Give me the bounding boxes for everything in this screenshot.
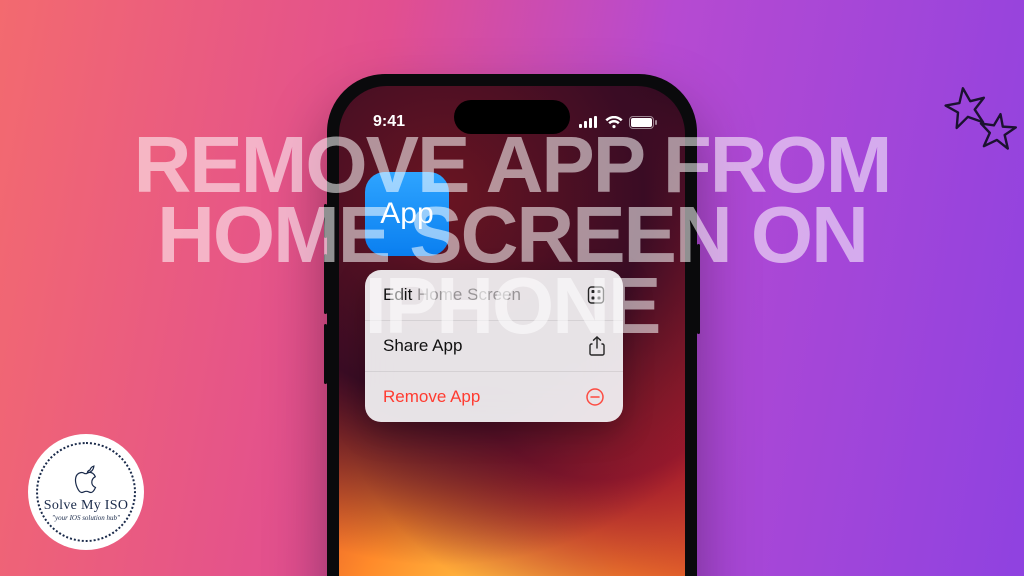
menu-item-edit-home-screen[interactable]: Edit Home Screen [365, 270, 623, 321]
graphic-canvas: REMOVE APP FROM HOME SCREEN ON IPHONE So… [0, 0, 1024, 576]
share-icon [589, 336, 605, 356]
app-icon-label: App [380, 197, 433, 231]
status-bar: 9:41 [339, 86, 685, 144]
menu-item-share-app[interactable]: Share App [365, 321, 623, 372]
app-context-menu: Edit Home Screen Share App [365, 270, 623, 422]
menu-item-remove-app[interactable]: Remove App [365, 372, 623, 422]
remove-circle-icon [585, 387, 605, 407]
doodle-stars-icon [944, 84, 1022, 159]
app-icon[interactable]: App [365, 172, 449, 256]
battery-icon [629, 116, 657, 129]
badge-dotted-ring-icon [36, 442, 136, 542]
phone-side-button-icon [697, 244, 700, 334]
menu-item-label: Remove App [383, 387, 480, 407]
menu-item-label: Share App [383, 336, 462, 356]
iphone-mockup: 9:41 [327, 74, 697, 576]
status-time: 9:41 [373, 113, 405, 131]
apps-grid-icon [587, 286, 605, 304]
cellular-signal-icon [579, 116, 599, 128]
menu-item-label: Edit Home Screen [383, 285, 521, 305]
brand-badge: Solve My ISO "your IOS solution hub" [28, 434, 144, 550]
iphone-screen: 9:41 [339, 86, 685, 576]
wifi-icon [605, 116, 623, 129]
phone-volume-button-icon [324, 324, 327, 384]
